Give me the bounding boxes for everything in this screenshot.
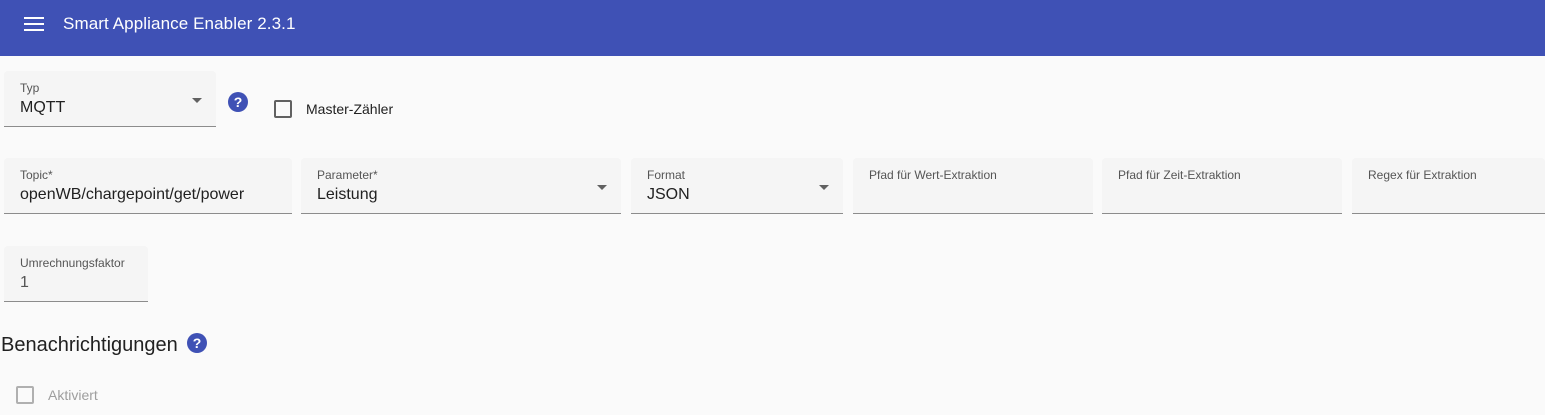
conversion-factor-field[interactable]: Umrechnungsfaktor 1 [4, 246, 148, 302]
time-path-label: Pfad für Zeit-Extraktion [1118, 168, 1241, 182]
dropdown-arrow-icon [192, 98, 202, 103]
parameter-value: Leistung [317, 186, 378, 203]
value-path-label: Pfad für Wert-Extraktion [869, 168, 997, 182]
notifications-enabled-checkbox[interactable] [16, 386, 34, 404]
notifications-help-icon[interactable]: ? [187, 333, 207, 353]
notifications-heading: Benachrichtigungen [1, 334, 178, 356]
app-title: Smart Appliance Enabler 2.3.1 [63, 14, 296, 33]
topic-value: openWB/chargepoint/get/power [20, 186, 245, 203]
type-label: Typ [20, 81, 40, 95]
format-value: JSON [647, 186, 690, 203]
app-toolbar: Smart Appliance Enabler 2.3.1 [0, 0, 1545, 56]
regex-label: Regex für Extraktion [1368, 168, 1477, 182]
topic-field[interactable]: Topic* openWB/chargepoint/get/power [4, 158, 292, 214]
regex-field[interactable]: Regex für Extraktion [1352, 158, 1545, 214]
format-label: Format [647, 168, 686, 182]
format-select[interactable]: Format JSON [631, 158, 843, 214]
parameter-label: Parameter* [317, 168, 378, 182]
dropdown-arrow-icon [597, 185, 607, 190]
value-path-field[interactable]: Pfad für Wert-Extraktion [853, 158, 1093, 214]
type-value: MQTT [20, 99, 66, 116]
menu-icon[interactable] [24, 17, 44, 31]
conversion-factor-value: 1 [20, 274, 29, 291]
dropdown-arrow-icon [819, 185, 829, 190]
notifications-enabled-label: Aktiviert [48, 387, 98, 403]
help-icon[interactable]: ? [228, 92, 248, 112]
conversion-factor-label: Umrechnungsfaktor [20, 256, 125, 270]
topic-label: Topic* [20, 168, 53, 182]
master-meter-checkbox[interactable] [274, 100, 292, 118]
parameter-select[interactable]: Parameter* Leistung [301, 158, 621, 214]
time-path-field[interactable]: Pfad für Zeit-Extraktion [1102, 158, 1342, 214]
master-meter-label: Master-Zähler [306, 101, 394, 117]
type-select[interactable]: Typ MQTT [4, 71, 216, 127]
